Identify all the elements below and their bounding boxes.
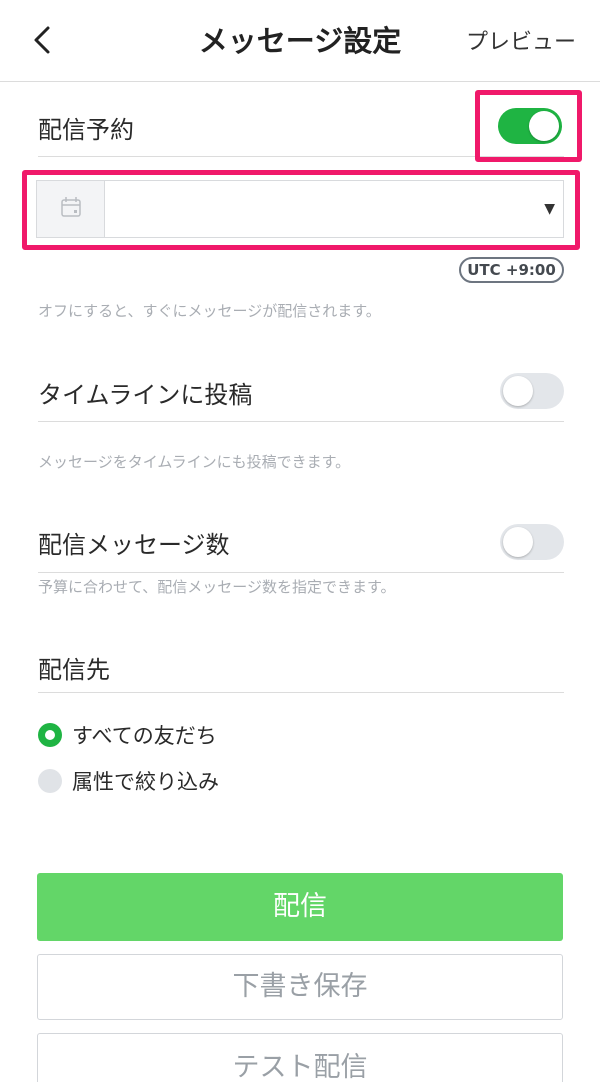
radio-filter-attributes[interactable] [38,769,62,793]
radio-label-all-friends[interactable]: すべての友だち [72,720,217,750]
timeline-toggle[interactable] [500,373,564,409]
divider [38,692,564,693]
save-draft-button[interactable]: 下書き保存 [37,954,563,1020]
timeline-helper: メッセージをタイムラインにも投稿できます。 [38,453,351,471]
send-button[interactable]: 配信 [37,873,563,941]
highlight-box-toggle [475,90,582,162]
divider [38,572,564,573]
toggle-knob [503,527,533,557]
schedule-helper: オフにすると、すぐにメッセージが配信されます。 [38,302,381,320]
schedule-label: 配信予約 [38,116,134,144]
radio-all-friends[interactable] [38,723,62,747]
timeline-label: タイムラインに投稿 [38,381,253,409]
highlight-box-date [22,170,580,250]
header-bar: メッセージ設定 プレビュー [0,0,600,82]
recipients-label: 配信先 [38,656,110,684]
divider [38,421,564,422]
message-count-helper: 予算に合わせて、配信メッセージ数を指定できます。 [38,578,396,596]
radio-label-filter-attributes[interactable]: 属性で絞り込み [72,766,219,796]
preview-button[interactable]: プレビュー [466,24,576,56]
message-count-label: 配信メッセージ数 [38,531,230,559]
test-send-button[interactable]: テスト配信 [37,1033,563,1082]
message-count-toggle[interactable] [500,524,564,560]
timezone-badge: UTC +9:00 [459,257,564,283]
toggle-knob [503,376,533,406]
